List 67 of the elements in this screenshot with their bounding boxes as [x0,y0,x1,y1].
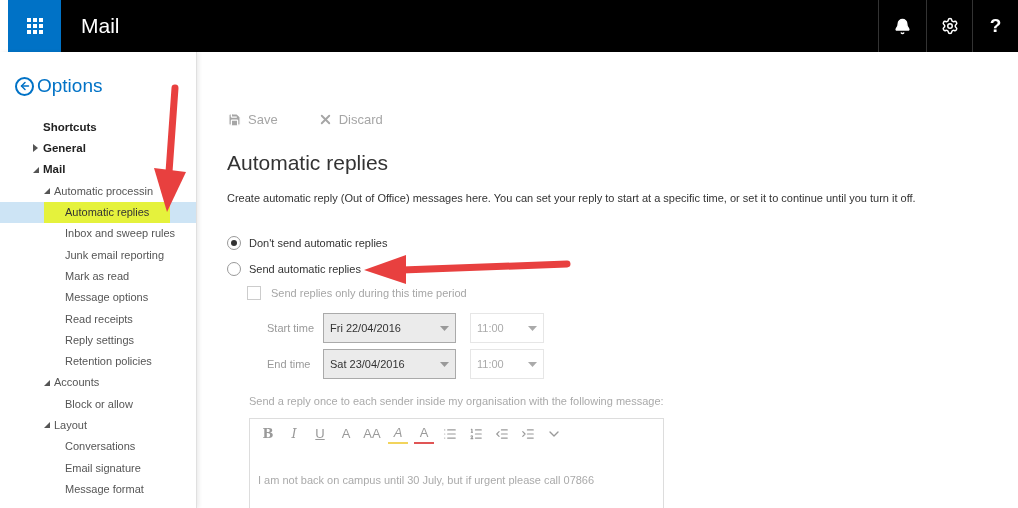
message-instructions: Send a reply once to each sender inside my organisation with the following message: [249,394,665,409]
sidebar-item[interactable]: Shortcuts [0,116,196,138]
sidebar-item-label: Automatic processin [54,183,154,199]
indent-icon [521,426,535,441]
sidebar-item[interactable]: Automatic replies [0,201,196,223]
expanded-caret-icon[interactable] [33,166,39,173]
app-title: Mail [81,13,120,40]
sidebar-item[interactable]: Inbox and sweep rules [0,223,196,245]
message-text: I am not back on campus until 30 July, but if urgent please call 07866 [258,472,596,488]
bullet-list-icon [443,426,457,441]
dropdown-caret-icon [528,361,537,367]
sidebar-item[interactable]: Accounts [0,372,196,394]
expanded-caret-icon[interactable] [44,379,50,386]
sidebar-item-label: Message options [64,290,150,306]
sidebar-item-label: Junk email reporting [64,247,166,263]
sidebar-item-label: Layout [54,418,88,434]
sidebar-item-label: Block or allow [64,396,134,412]
app-launcher-button[interactable] [8,0,61,52]
date-dropdown[interactable]: Fri 22/04/2016 [323,313,456,343]
settings-icon [940,17,959,35]
dropdown-caret-icon [528,325,537,331]
bell-icon [894,17,911,35]
sidebar-item-label: Inbox and sweep rules [64,226,177,242]
sidebar-item-label: Conversations [64,439,137,455]
sidebar-item[interactable]: Email signature [0,457,196,479]
sidebar-item[interactable]: Junk email reporting [0,244,196,266]
sidebar-item[interactable]: General [0,137,196,160]
sidebar-item-label: Email signature [64,460,142,476]
sidebar-item[interactable]: Layout [0,414,196,436]
sidebar-item-label: Message format [64,481,145,497]
sidebar-item-label: Mail [43,162,66,178]
sidebar-item[interactable]: Reply settings [0,329,196,351]
time-label: Start time [267,320,316,336]
dropdown-caret-icon [440,361,449,367]
save-icon [227,112,242,128]
sidebar-item[interactable]: Read receipts [0,308,196,330]
sidebar-item[interactable]: Automatic processin [0,180,196,202]
sidebar-item[interactable]: Conversations [0,435,196,458]
collapsed-caret-icon[interactable] [33,144,38,153]
sidebar-item[interactable]: Mark as read [0,265,196,287]
time-label: End time [267,356,312,372]
page-heading: Automatic replies [227,149,390,176]
sidebar-item-label: Automatic replies [44,201,171,223]
sidebar-item-label: Retention policies [64,354,153,370]
help-button[interactable]: ? [972,0,1018,52]
sidebar-item-label: Read receipts [64,311,134,327]
dropdown-caret-icon [440,325,449,331]
sidebar-item[interactable]: Mail [0,159,196,181]
back-to-options-link[interactable]: Options [15,72,196,101]
sidebar-item[interactable]: Message options [0,286,196,309]
description-text: Create automatic reply (Out of Office) messages here. You can set your reply to start at a specific time, or set it to continue until you turn it off. [227,191,917,206]
sidebar-item-label: Accounts [54,375,100,391]
outdent-icon [495,426,509,441]
sidebar-item-label: Shortcuts [43,119,97,135]
waffle-icon [26,18,43,34]
expanded-caret-icon[interactable] [44,422,50,429]
sidebar-item[interactable]: Message format [0,478,196,500]
expanded-caret-icon[interactable] [44,188,50,195]
date-dropdown[interactable]: Sat 23/04/2016 [323,349,456,379]
numbered-list-icon [469,426,483,441]
sidebar-item-label: General [43,140,86,156]
sidebar-item[interactable]: Retention policies [0,350,196,373]
radio-label: Don't send automatic replies [249,235,388,251]
sidebar-item-label: Reply settings [64,332,136,348]
sidebar-item-label: Mark as read [64,268,131,284]
radio-label: Send automatic replies [249,262,361,277]
sidebar-item[interactable]: Block or allow [0,393,196,415]
